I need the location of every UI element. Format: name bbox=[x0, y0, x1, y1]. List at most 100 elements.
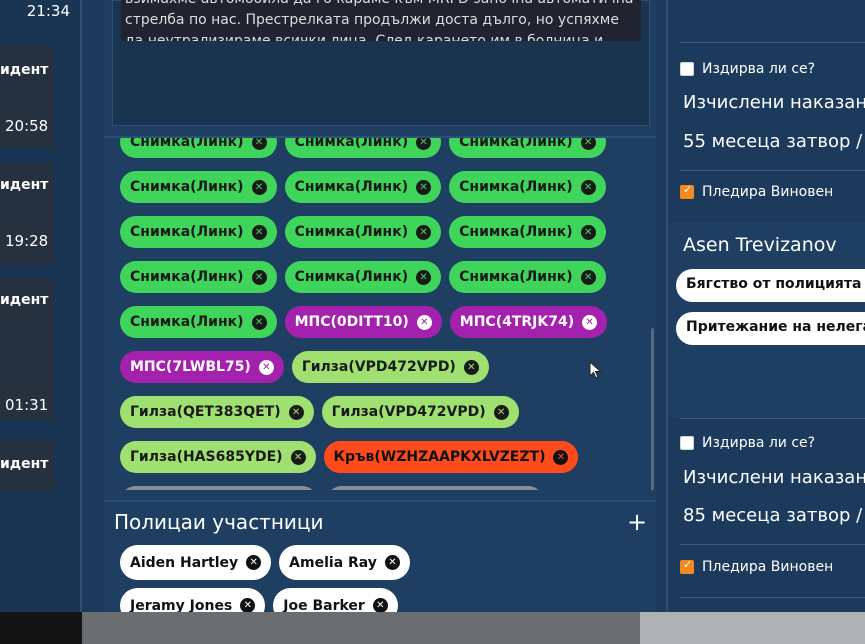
police-section: Полицаи участници + Aiden Hartley ✕ Amelia… bbox=[104, 500, 656, 644]
close-circle-icon[interactable]: ✕ bbox=[553, 449, 569, 465]
divider bbox=[680, 597, 865, 598]
officer-name: Aiden Hartley bbox=[130, 554, 239, 571]
police-section-title: Полицаи участници bbox=[114, 510, 324, 534]
close-circle-icon[interactable]: ✕ bbox=[251, 269, 267, 285]
evidence-tag[interactable]: Снимка(Линк) ✕ bbox=[120, 216, 277, 248]
close-circle-icon[interactable]: ✕ bbox=[290, 449, 306, 465]
evidence-tag-label: Снимка(Линк) bbox=[459, 224, 573, 240]
divider bbox=[680, 170, 865, 171]
evidence-scrollbar[interactable] bbox=[651, 328, 654, 490]
evidence-tag-label: Кръв(WZHZAAPKXLVZEZT) bbox=[333, 449, 546, 465]
evidence-tag-label: Снимка(Линк) bbox=[459, 269, 573, 285]
divider bbox=[680, 42, 865, 43]
evidence-tag-label: Снимка(Линк) bbox=[294, 269, 409, 285]
evidence-tag[interactable]: Снимка(Линк) ✕ bbox=[284, 216, 442, 248]
evidence-tags: Снимка(Линк) ✕ Снимка(Линк) ✕ Снимка(Линк) ✕ С… bbox=[120, 136, 630, 490]
close-circle-icon[interactable]: ✕ bbox=[246, 555, 262, 570]
sentence-value: 85 месеца затвор / bbox=[683, 505, 863, 526]
incident-time: 21:34 bbox=[26, 2, 70, 20]
incident-label: идент bbox=[0, 62, 49, 78]
close-circle-icon[interactable]: ✕ bbox=[416, 269, 432, 285]
guilty-plea-checkbox[interactable] bbox=[680, 183, 694, 199]
incident-time: 19:28 bbox=[5, 232, 49, 250]
close-circle-icon[interactable]: ✕ bbox=[580, 269, 596, 285]
divider bbox=[680, 544, 865, 545]
evidence-tag-label: Снимка(Линк) bbox=[459, 179, 573, 195]
officer-name: Amelia Ray bbox=[289, 554, 377, 571]
evidence-tag-label: Снимка(Линк) bbox=[294, 224, 409, 240]
evidence-tag[interactable]: Снимка(Линк) ✕ bbox=[120, 261, 277, 293]
plus-icon[interactable]: + bbox=[627, 508, 647, 536]
close-circle-icon[interactable]: ✕ bbox=[251, 138, 267, 150]
close-circle-icon[interactable]: ✕ bbox=[416, 138, 432, 150]
close-circle-icon[interactable]: ✕ bbox=[251, 179, 267, 195]
close-circle-icon[interactable]: ✕ bbox=[580, 138, 596, 150]
evidence-tag[interactable]: Снимка(Линк) ✕ bbox=[120, 136, 277, 158]
close-circle-icon[interactable]: ✕ bbox=[240, 598, 256, 613]
evidence-tag[interactable]: Снимка(Линк) ✕ bbox=[284, 261, 442, 293]
close-circle-icon[interactable]: ✕ bbox=[384, 555, 400, 570]
background-light bbox=[640, 612, 865, 644]
evidence-tag[interactable]: Гилза(HAS685YDE) ✕ bbox=[120, 441, 316, 473]
evidence-tag[interactable]: Гилза(VPD472VPD) ✕ bbox=[291, 351, 489, 383]
evidence-tag[interactable]: Гилза(QET383QET) ✕ bbox=[120, 396, 314, 428]
evidence-tag[interactable]: Снимка(Линк) ✕ bbox=[120, 171, 277, 203]
close-circle-icon[interactable]: ✕ bbox=[258, 359, 274, 375]
close-circle-icon[interactable]: ✕ bbox=[493, 404, 509, 420]
evidence-tag[interactable]: Снимка(Линк) ✕ bbox=[284, 138, 442, 158]
incident-label: идент bbox=[0, 456, 49, 472]
close-circle-icon[interactable]: ✕ bbox=[416, 224, 432, 240]
charge-tag[interactable]: Бягство от полицията bbox=[676, 269, 865, 302]
wanted-checkbox[interactable] bbox=[680, 436, 694, 450]
wanted-label: Издирва ли се? bbox=[702, 435, 816, 451]
close-circle-icon[interactable]: ✕ bbox=[251, 224, 267, 240]
evidence-tag[interactable]: МПС(7LWBL75) ✕ bbox=[120, 351, 284, 383]
officer-tag[interactable]: Amelia Ray ✕ bbox=[279, 545, 410, 580]
evidence-tag-label: Снимка(Линк) bbox=[130, 224, 244, 240]
incident-time: 20:58 bbox=[5, 117, 49, 135]
evidence-tag-label: Снимка(Линк) bbox=[130, 136, 244, 150]
close-circle-icon[interactable]: ✕ bbox=[580, 179, 596, 195]
evidence-tag[interactable]: Гилза(VPD472VPD) ✕ bbox=[321, 396, 519, 428]
officer-tag[interactable]: Aiden Hartley ✕ bbox=[120, 545, 272, 580]
description-box[interactable]: взимахме автомобила да го караме към MRP… bbox=[112, 0, 650, 126]
close-circle-icon[interactable]: ✕ bbox=[463, 359, 479, 375]
evidence-tag[interactable]: Снимка(Линк) ✕ bbox=[120, 306, 277, 338]
evidence-tag[interactable]: GSR(Randy Cooper)✕ bbox=[120, 486, 319, 490]
evidence-tag[interactable]: МПС(0DITT10) ✕ bbox=[284, 306, 442, 338]
suspects-panel: Издирва ли се? Изчислени наказан 55 месе… bbox=[666, 0, 865, 612]
divider bbox=[680, 418, 865, 419]
evidence-tag[interactable]: Снимка(Линк) ✕ bbox=[449, 171, 606, 203]
charge-tag[interactable]: Притежание на нелегал bbox=[676, 312, 865, 345]
evidence-tag[interactable]: МПС(4TRJK74) ✕ bbox=[449, 306, 608, 338]
evidence-tag-label: МПС(4TRJK74) bbox=[459, 314, 575, 330]
evidence-tag-label: Гилза(QET383QET) bbox=[130, 404, 281, 420]
calculated-penalty-label: Изчислени наказан bbox=[683, 467, 865, 488]
calculated-penalty-label: Изчислени наказан bbox=[683, 92, 865, 113]
close-circle-icon[interactable]: ✕ bbox=[372, 598, 388, 613]
close-circle-icon[interactable]: ✕ bbox=[416, 314, 432, 330]
evidence-tag-label: Гилза(VPD472VPD) bbox=[331, 404, 486, 420]
close-circle-icon[interactable]: ✕ bbox=[251, 314, 267, 330]
evidence-tag-label: Гилза(VPD472VPD) bbox=[301, 359, 456, 375]
suspect-name: Asen Trevizanov bbox=[683, 234, 837, 256]
guilty-plea-label: Пледира Виновен bbox=[702, 559, 834, 575]
evidence-tag[interactable]: Снимка(Линк) ✕ bbox=[449, 216, 606, 248]
close-circle-icon[interactable]: ✕ bbox=[582, 314, 598, 330]
evidence-tag[interactable]: Кръв(WZHZAAPKXLVZEZT) ✕ bbox=[323, 441, 579, 473]
evidence-tag[interactable]: Снимка(Линк) ✕ bbox=[449, 138, 606, 158]
description-text[interactable]: взимахме автомобила да го караме към MRP… bbox=[121, 0, 641, 41]
wanted-checkbox[interactable] bbox=[680, 62, 694, 76]
incident-time: 01:31 bbox=[5, 396, 49, 414]
close-circle-icon[interactable]: ✕ bbox=[416, 179, 432, 195]
evidence-tag[interactable]: Снимка(Линк) ✕ bbox=[449, 261, 606, 293]
close-circle-icon[interactable]: ✕ bbox=[580, 224, 596, 240]
close-circle-icon[interactable]: ✕ bbox=[288, 404, 304, 420]
evidence-tag[interactable]: GSR(Kristian Morales)✕ bbox=[326, 486, 544, 490]
wanted-label: Издирва ли се? bbox=[702, 61, 816, 77]
evidence-tag-label: МПС(7LWBL75) bbox=[130, 359, 251, 375]
guilty-plea-checkbox[interactable] bbox=[680, 558, 694, 574]
incident-card[interactable]: идент bbox=[0, 440, 54, 492]
suspect-card: Asen Trevizanov Бягство от полицията При… bbox=[668, 222, 865, 418]
evidence-tag[interactable]: Снимка(Линк) ✕ bbox=[284, 171, 442, 203]
